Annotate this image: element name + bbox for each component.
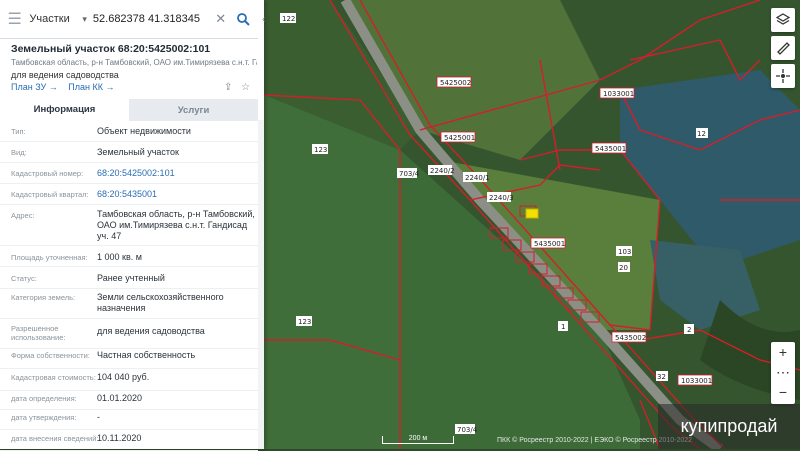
zoom-controls: + ⋯ − <box>771 342 795 404</box>
label-122: 122 <box>282 15 295 23</box>
label-12: 12 <box>697 130 706 138</box>
label-20: 20 <box>619 264 628 272</box>
star-icon[interactable]: ☆ <box>241 82 250 93</box>
label-2240-2: 2240/2 <box>430 167 455 175</box>
ruler-icon <box>777 42 790 55</box>
row-date-approved: дата утверждения: - <box>0 409 258 430</box>
panel-scrollbar[interactable] <box>258 120 264 449</box>
locate-button[interactable] <box>771 64 795 88</box>
tab-services[interactable]: Услуги <box>129 99 258 121</box>
label-2240-3: 2240/3 <box>489 194 514 202</box>
label-1033001-b: 1033001 <box>681 377 712 385</box>
row-address: Адрес: Тамбовская область, р-н Тамбовский… <box>0 204 258 246</box>
watermark-overlay: купипродай <box>658 404 800 449</box>
collapse-panel-icon[interactable]: ‹ <box>262 14 270 25</box>
ruler-button[interactable] <box>771 36 795 60</box>
layers-icon <box>776 13 790 25</box>
row-cadastral-quarter: Кадастровый квартал: 68:20:5435001 <box>0 183 258 205</box>
row-date-entered: дата внесения сведений: 10.11.2020 <box>0 429 258 451</box>
search-bar: ☰ Участки ▾ ✕ <box>0 0 258 39</box>
row-kind: Вид: Земельный участок <box>0 141 258 163</box>
label-2: 2 <box>687 326 691 334</box>
row-permitted-use: Разрешенное использование: для ведения са… <box>0 318 258 349</box>
info-panel: ☰ Участки ▾ ✕ Земельный участок 68:20:54… <box>0 0 264 451</box>
label-103: 103 <box>618 248 631 256</box>
share-icon[interactable]: ⇪ <box>224 82 232 93</box>
selected-parcel[interactable] <box>525 208 539 219</box>
row-ownership: Форма собственности: Частная собственност… <box>0 348 258 369</box>
row-land-category: Категория земель: Земли сельскохозяйствен… <box>0 288 258 319</box>
search-input[interactable] <box>92 13 213 25</box>
label-703-4-a: 703/4 <box>399 170 420 178</box>
parcel-title: Земельный участок 68:20:5425002:101 <box>11 43 211 55</box>
label-1: 1 <box>561 323 565 331</box>
label-1033001-a: 1033001 <box>603 90 634 98</box>
plan-kk-link[interactable]: План КК → <box>68 82 114 92</box>
row-status: Статус: Ранее учтенный <box>0 266 258 289</box>
row-date-determined: дата определения: 01.01.2020 <box>0 390 258 410</box>
crosshair-icon <box>776 69 790 83</box>
row-cadastral-number: Кадастровый номер: 68:20:5425002:101 <box>0 162 258 184</box>
label-123-a: 123 <box>314 146 327 154</box>
label-5435002: 5435002 <box>615 334 646 342</box>
label-5435001-a: 5435001 <box>595 145 626 153</box>
layer-select[interactable]: Участки <box>29 13 82 25</box>
label-123-b: 123 <box>298 318 311 326</box>
label-2240-1: 2240/1 <box>465 174 490 182</box>
parcel-use: для ведения садоводства <box>11 70 119 80</box>
row-cadastral-value: Кадастровая стоимость: 104 040 руб. <box>0 368 258 391</box>
row-type: Тип: Объект недвижимости <box>0 121 258 142</box>
search-button[interactable] <box>229 0 258 38</box>
label-32: 32 <box>657 373 666 381</box>
chevron-down-icon[interactable]: ▾ <box>82 14 87 25</box>
more-button[interactable]: ⋯ <box>771 362 795 382</box>
parcel-address: Тамбовская область, р-н Тамбовский, ОАО … <box>11 58 257 67</box>
label-5435001-b: 5435001 <box>534 240 565 248</box>
menu-icon[interactable]: ☰ <box>0 0 29 38</box>
label-5425001: 5425001 <box>444 134 475 142</box>
clear-icon[interactable]: ✕ <box>213 11 229 27</box>
zoom-out-button[interactable]: − <box>771 382 795 402</box>
zoom-in-button[interactable]: + <box>771 342 795 362</box>
parcel-header: Земельный участок 68:20:5425002:101 Тамб… <box>11 43 257 80</box>
panel-tabs: Информация Услуги <box>0 99 258 121</box>
search-icon <box>237 13 251 26</box>
layers-button[interactable] <box>771 8 795 32</box>
plan-links: План ЗУ → План КК → <box>11 82 122 92</box>
row-area: Площадь уточненная: 1 000 кв. м <box>0 245 258 267</box>
field-west <box>264 95 400 449</box>
plan-zu-link[interactable]: План ЗУ → <box>11 82 58 92</box>
scale-bar: 200 м <box>382 435 454 444</box>
label-5425002: 5425002 <box>440 79 471 87</box>
tab-info[interactable]: Информация <box>0 99 129 121</box>
label-703-4-b: 703/4 <box>457 426 478 434</box>
parcel-actions: ⇪ ☆ <box>224 82 250 93</box>
